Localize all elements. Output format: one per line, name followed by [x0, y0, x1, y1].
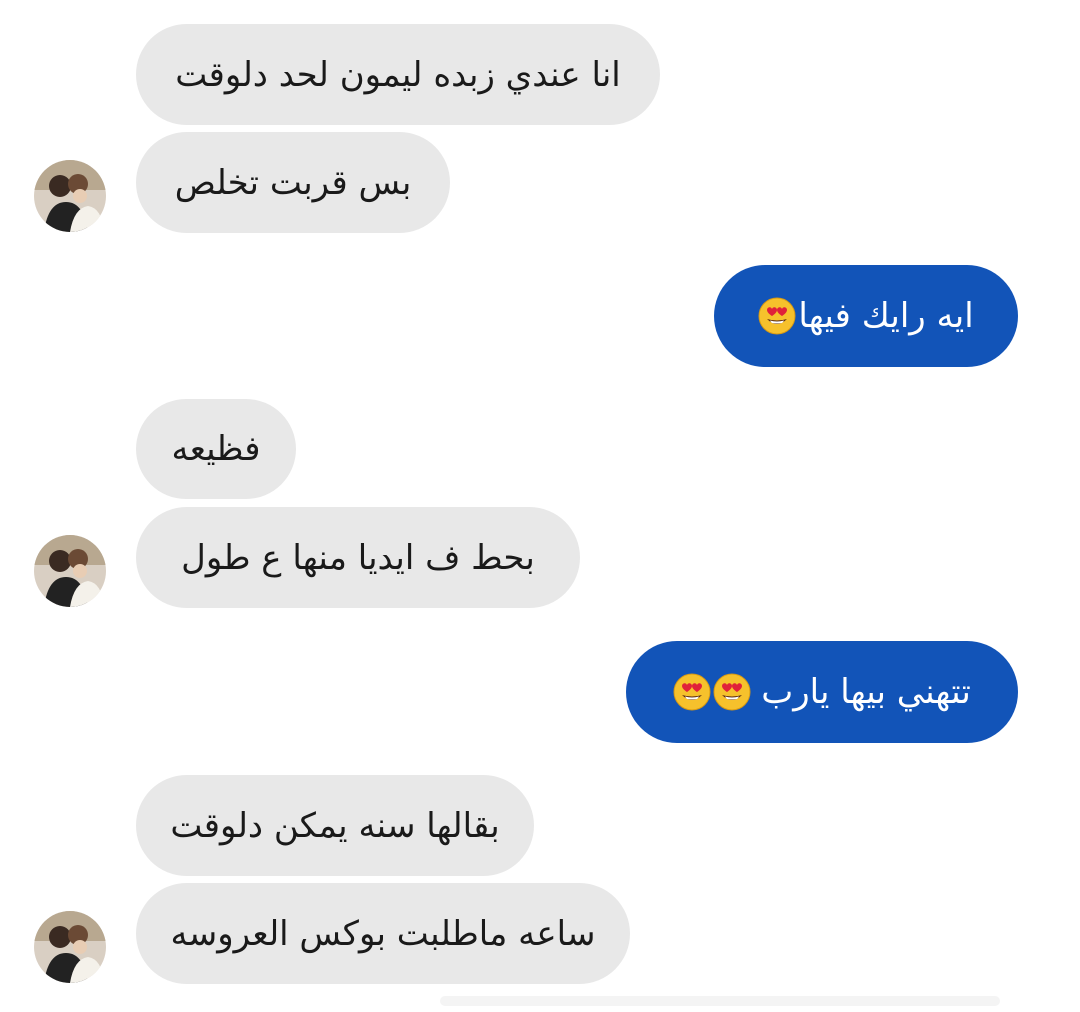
- message-bubble-incoming[interactable]: بس قربت تخلص: [136, 132, 450, 233]
- heart-eyes-emoji-icon: [758, 297, 796, 335]
- message-text: بحط ف ايديا منها ع طول: [181, 537, 535, 578]
- contact-avatar-photo: [34, 160, 106, 232]
- message-bubble-incoming[interactable]: ساعه ماطلبت بوكس العروسه: [136, 883, 630, 984]
- message-bubble-outgoing[interactable]: ايه رايك فيها: [714, 265, 1018, 367]
- message-text: انا عندي زبده ليمون لحد دلوقت: [175, 54, 621, 95]
- avatar[interactable]: [34, 160, 106, 232]
- avatar[interactable]: [34, 535, 106, 607]
- message-bubble-incoming[interactable]: انا عندي زبده ليمون لحد دلوقت: [136, 24, 660, 125]
- divider: [440, 996, 1000, 1006]
- message-text: تتهني بيها يارب: [761, 672, 971, 712]
- message-text: ساعه ماطلبت بوكس العروسه: [170, 913, 596, 954]
- message-text: ايه رايك فيها: [798, 296, 974, 336]
- heart-eyes-emoji-icon: [673, 673, 711, 711]
- message-bubble-outgoing[interactable]: تتهني بيها يارب: [626, 641, 1018, 743]
- message-text: فظيعه: [171, 429, 261, 469]
- message-bubble-incoming[interactable]: فظيعه: [136, 399, 296, 499]
- message-bubble-incoming[interactable]: بحط ف ايديا منها ع طول: [136, 507, 580, 608]
- contact-avatar-photo: [34, 911, 106, 983]
- message-text: بس قربت تخلص: [174, 162, 412, 203]
- contact-avatar-photo: [34, 535, 106, 607]
- message-bubble-incoming[interactable]: بقالها سنه يمكن دلوقت: [136, 775, 534, 876]
- heart-eyes-emoji-icon: [713, 673, 751, 711]
- avatar[interactable]: [34, 911, 106, 983]
- message-text: بقالها سنه يمكن دلوقت: [170, 805, 500, 846]
